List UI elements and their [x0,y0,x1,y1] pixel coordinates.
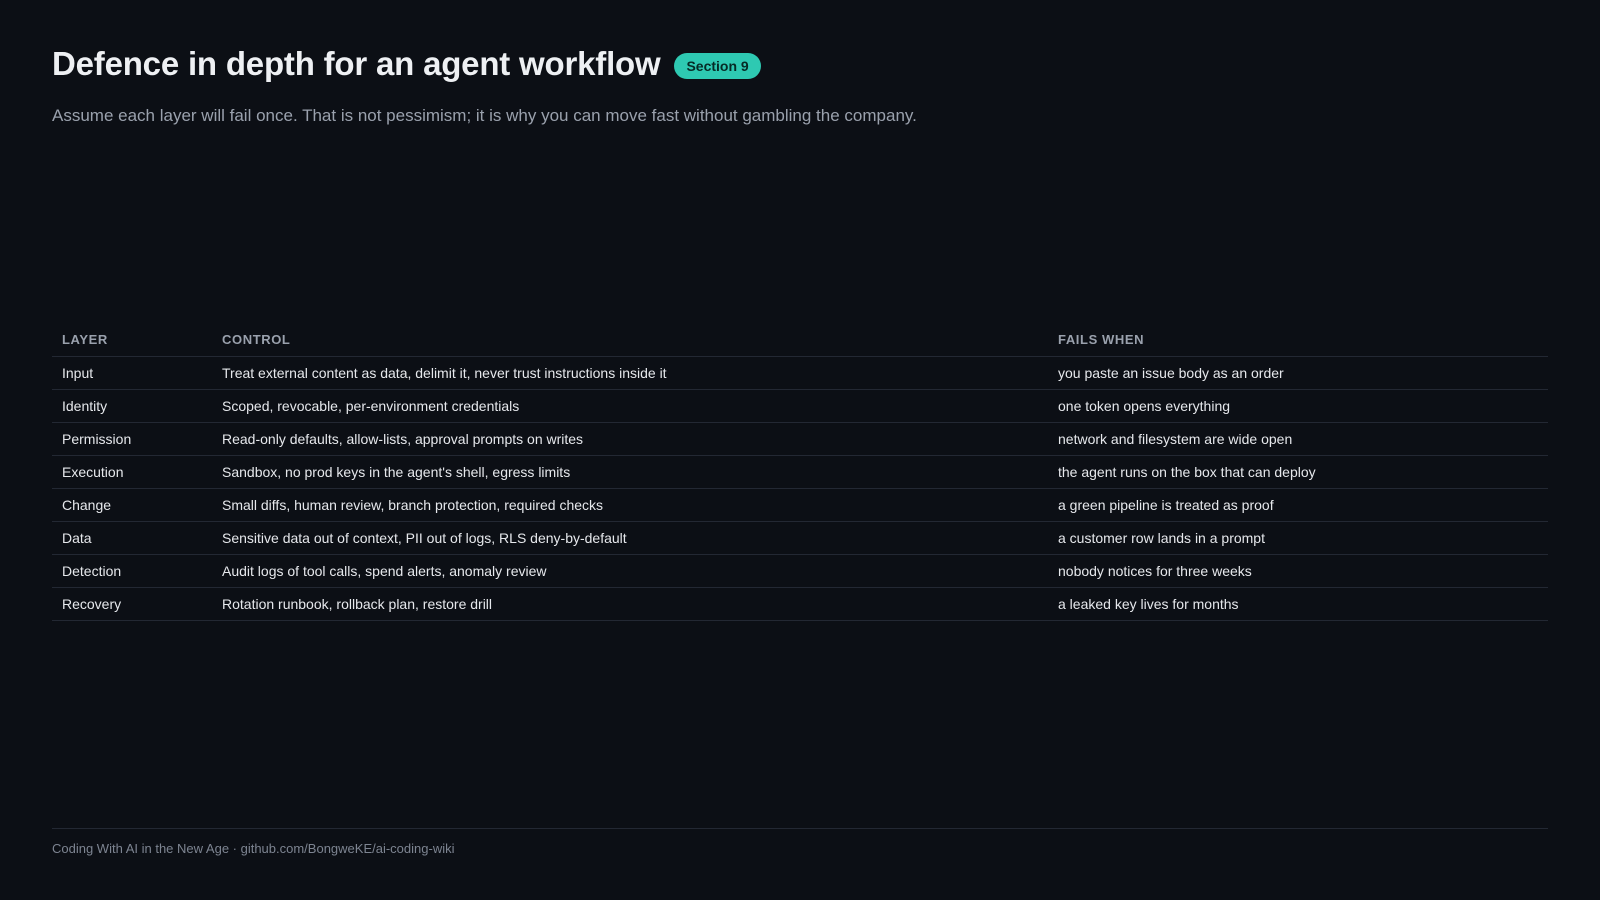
page-title: Defence in depth for an agent workflow [52,45,661,82]
cell-control: Read-only defaults, allow-lists, approva… [212,422,1048,456]
cell-layer: Change [52,488,212,522]
cell-layer: Detection [52,554,212,588]
slide: Defence in depth for an agent workflow S… [0,0,1600,900]
cell-control: Rotation runbook, rollback plan, restore… [212,587,1048,621]
cell-fails-when: a leaked key lives for months [1048,587,1548,621]
cell-fails-when: one token opens everything [1048,389,1548,423]
section-badge: Section 9 [674,53,761,79]
table-row: Recovery Rotation runbook, rollback plan… [52,587,1548,621]
page-subtitle: Assume each layer will fail once. That i… [52,106,917,125]
cell-fails-when: a green pipeline is treated as proof [1048,488,1548,522]
cell-control: Small diffs, human review, branch protec… [212,488,1048,522]
table-row: Execution Sandbox, no prod keys in the a… [52,455,1548,489]
cell-fails-when: the agent runs on the box that can deplo… [1048,455,1548,489]
table-body: Input Treat external content as data, de… [52,356,1548,621]
table-row: Input Treat external content as data, de… [52,356,1548,390]
cell-fails-when: you paste an issue body as an order [1048,356,1548,390]
table-row: Permission Read-only defaults, allow-lis… [52,422,1548,456]
cell-fails-when: a customer row lands in a prompt [1048,521,1548,555]
cell-control: Treat external content as data, delimit … [212,356,1048,390]
table-row: Data Sensitive data out of context, PII … [52,521,1548,555]
column-header-fails-when: FAILS WHEN [1048,330,1548,357]
footer-divider [52,828,1548,829]
cell-control: Sandbox, no prod keys in the agent's she… [212,455,1048,489]
cell-fails-when: nobody notices for three weeks [1048,554,1548,588]
column-header-control: CONTROL [212,330,1048,357]
cell-control: Scoped, revocable, per-environment crede… [212,389,1048,423]
cell-fails-when: network and filesystem are wide open [1048,422,1548,456]
cell-layer: Execution [52,455,212,489]
cell-layer: Permission [52,422,212,456]
defence-layers-table: LAYER CONTROL FAILS WHEN Input Treat ext… [52,330,1548,621]
cell-layer: Recovery [52,587,212,621]
table-row: Detection Audit logs of tool calls, spen… [52,554,1548,588]
cell-layer: Input [52,356,212,390]
column-header-layer: LAYER [52,330,212,357]
table-header-row: LAYER CONTROL FAILS WHEN [52,330,1548,357]
cell-control: Audit logs of tool calls, spend alerts, … [212,554,1048,588]
cell-control: Sensitive data out of context, PII out o… [212,521,1048,555]
footer-text: Coding With AI in the New Age · github.c… [52,841,455,856]
table-header: LAYER CONTROL FAILS WHEN [52,330,1548,357]
slide-header: Defence in depth for an agent workflow S… [52,42,761,86]
table-row: Change Small diffs, human review, branch… [52,488,1548,522]
table-row: Identity Scoped, revocable, per-environm… [52,389,1548,423]
cell-layer: Identity [52,389,212,423]
cell-layer: Data [52,521,212,555]
